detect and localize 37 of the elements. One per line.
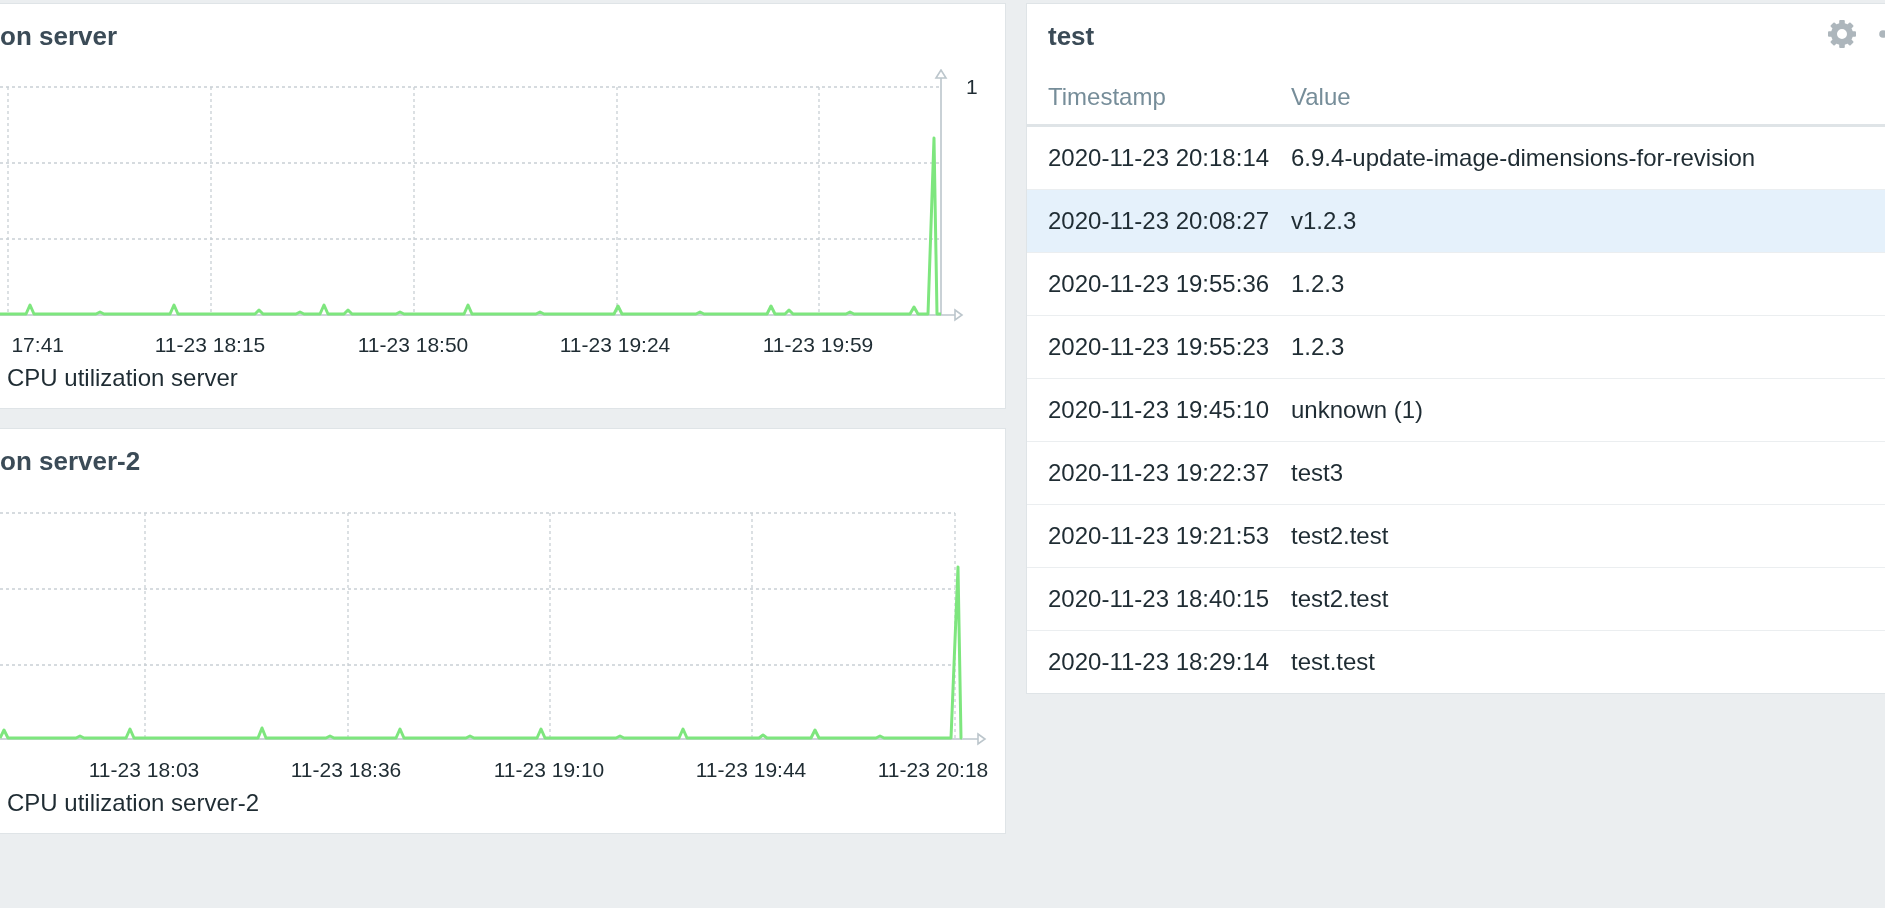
axis-label: 11-23 18:15 — [154, 332, 266, 356]
axis-label: 11-23 19:44 — [695, 757, 807, 781]
y-axis-label: 1 — [966, 74, 978, 98]
settings-icon[interactable] — [1828, 20, 1856, 48]
axis-label: 17:41 — [11, 332, 64, 356]
table-cell: 2020-11-23 19:55:23 — [1027, 315, 1291, 379]
axis-label: 11-23 19:24 — [559, 332, 671, 356]
table-cell: unknown (1) — [1291, 378, 1885, 442]
table-cell: v1.2.3 — [1291, 189, 1885, 253]
axis-label: 11-23 18:03 — [88, 757, 200, 781]
table-cell: test.test — [1291, 630, 1885, 693]
table-cell: 2020-11-23 19:21:53 — [1027, 504, 1291, 568]
axis-label: 11-23 20:18 — [877, 757, 989, 781]
legend-label: CPU utilization server — [6, 363, 238, 393]
widget-title: on server — [0, 21, 118, 51]
column-header: Value — [1291, 69, 1885, 126]
table-cell: 2020-11-23 20:18:14 — [1027, 125, 1291, 190]
table-cell: 6.9.4-update-image-dimensions-for-revision — [1291, 125, 1885, 190]
table-cell: test2.test — [1291, 567, 1885, 631]
table-cell: 2020-11-23 19:22:37 — [1027, 441, 1291, 505]
table-cell: 2020-11-23 19:45:10 — [1027, 378, 1291, 442]
axis-label: 11-23 18:36 — [290, 757, 402, 781]
axis-label: 11-23 18:50 — [357, 332, 469, 356]
axis-label: 11-23 19:59 — [762, 332, 874, 356]
legend-label: CPU utilization server-2 — [6, 788, 260, 818]
widget-title: on server-2 — [0, 446, 141, 476]
table-cell: 1.2.3 — [1291, 252, 1885, 316]
widget-title: test — [1048, 21, 1095, 52]
column-header: Timestamp — [1027, 69, 1291, 126]
table-cell: test3 — [1291, 441, 1885, 505]
table-cell: test2.test — [1291, 504, 1885, 568]
table-cell: 2020-11-23 18:29:14 — [1027, 630, 1291, 693]
table-cell: 1.2.3 — [1291, 315, 1885, 379]
axis-label: 11-23 19:10 — [493, 757, 605, 781]
table-cell: 2020-11-23 19:55:36 — [1027, 252, 1291, 316]
table-cell: 2020-11-23 20:08:27 — [1027, 189, 1291, 253]
table-cell: 2020-11-23 18:40:15 — [1027, 567, 1291, 631]
